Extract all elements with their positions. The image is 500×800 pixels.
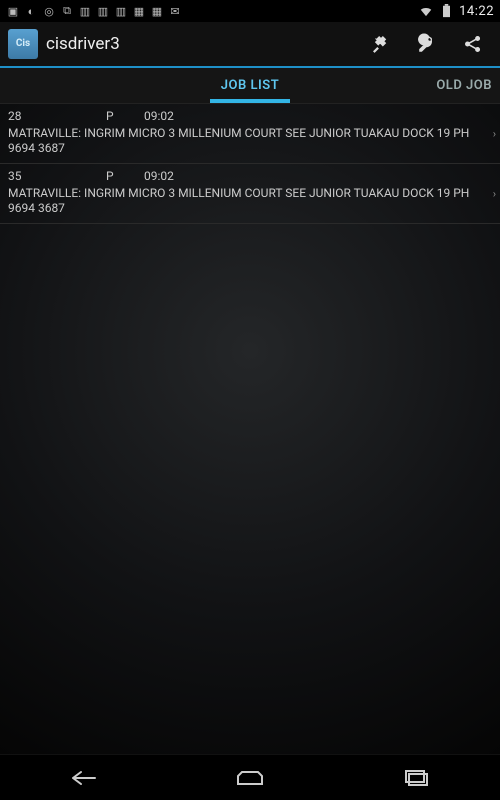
job-description: MATRAVILLE: INGRIM MICRO 3 MILLENIUM COU… <box>8 126 492 156</box>
notif-icon-7: ▥ <box>114 4 128 18</box>
job-id: 28 <box>8 109 98 123</box>
notif-icon-1: ▣ <box>6 4 20 18</box>
nav-back-button[interactable] <box>53 763 113 793</box>
nav-recents-button[interactable] <box>387 763 447 793</box>
app-icon[interactable]: Cis <box>8 29 38 59</box>
notif-icon-6: ▥ <box>96 4 110 18</box>
key-icon[interactable] <box>408 25 446 63</box>
notif-icon-5: ▥ <box>78 4 92 18</box>
job-description: MATRAVILLE: INGRIM MICRO 3 MILLENIUM COU… <box>8 186 492 216</box>
job-time: 09:02 <box>144 169 174 183</box>
system-nav-bar <box>0 754 500 800</box>
status-bar: ▣ ◐ ◎ ⧉ ▥ ▥ ▥ ▦ ▦ ✉ 14:22 <box>0 0 500 22</box>
notif-icon-4: ⧉ <box>60 4 74 18</box>
notif-icon-3: ◎ <box>42 4 56 18</box>
status-clock: 14:22 <box>459 4 494 19</box>
job-time: 09:02 <box>144 109 174 123</box>
action-bar: Cis cisdriver3 <box>0 22 500 68</box>
share-icon[interactable] <box>454 25 492 63</box>
status-right-icons: 14:22 <box>419 4 494 19</box>
plug-icon[interactable] <box>362 25 400 63</box>
chevron-right-icon: › <box>493 187 496 200</box>
notif-icon-8: ▦ <box>132 4 146 18</box>
notif-icon-2: ◐ <box>24 4 38 18</box>
job-flag: P <box>106 169 136 183</box>
job-row-header: 28 P 09:02 <box>8 109 492 123</box>
wifi-icon <box>419 4 433 18</box>
battery-icon <box>439 4 453 18</box>
job-row[interactable]: 35 P 09:02 MATRAVILLE: INGRIM MICRO 3 MI… <box>0 164 500 224</box>
notif-icon-10: ✉ <box>168 4 182 18</box>
tab-job-list[interactable]: JOB LIST <box>207 78 293 93</box>
job-flag: P <box>106 109 136 123</box>
tab-underline <box>210 99 290 103</box>
app-title: cisdriver3 <box>46 34 120 54</box>
notif-icon-9: ▦ <box>150 4 164 18</box>
job-id: 35 <box>8 169 98 183</box>
status-left-icons: ▣ ◐ ◎ ⧉ ▥ ▥ ▥ ▦ ▦ ✉ <box>6 4 182 18</box>
job-row[interactable]: 28 P 09:02 MATRAVILLE: INGRIM MICRO 3 MI… <box>0 104 500 164</box>
chevron-right-icon: › <box>493 127 496 140</box>
tab-old-job[interactable]: OLD JOB <box>422 68 500 103</box>
job-list[interactable]: 28 P 09:02 MATRAVILLE: INGRIM MICRO 3 MI… <box>0 104 500 754</box>
nav-home-button[interactable] <box>220 763 280 793</box>
tab-bar: JOB LIST OLD JOB <box>0 68 500 104</box>
job-row-header: 35 P 09:02 <box>8 169 492 183</box>
